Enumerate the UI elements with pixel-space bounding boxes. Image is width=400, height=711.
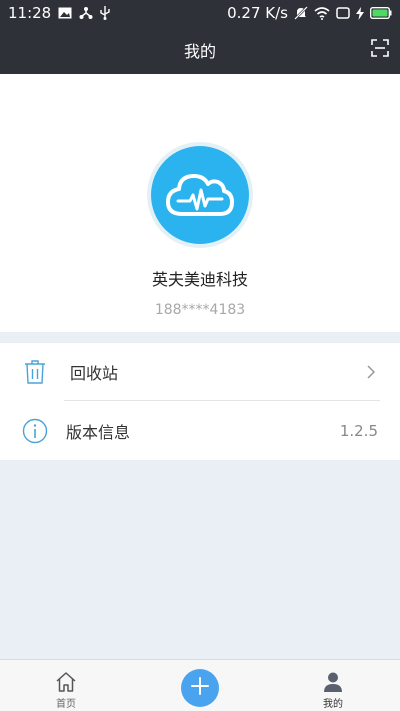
usb-icon — [100, 6, 110, 20]
nav-label-home: 首页 — [56, 699, 76, 710]
phone-number: 188****4183 — [154, 302, 246, 318]
mute-icon — [294, 6, 308, 20]
screen-icon — [336, 7, 350, 19]
usb-share-icon — [79, 6, 93, 20]
avatar[interactable] — [147, 142, 253, 248]
company-name: 英夫美迪科技 — [151, 270, 248, 289]
status-bar: 11:28 0.27 K/s — [0, 0, 400, 26]
nav-item-home[interactable]: 首页 — [26, 660, 106, 711]
scan-icon — [371, 39, 389, 61]
trash-icon — [22, 359, 48, 385]
version-value: 1.2.5 — [339, 422, 378, 440]
scan-button[interactable] — [370, 39, 390, 61]
status-time: 11:28 — [8, 4, 52, 22]
profile-card: 英夫美迪科技 188****4183 — [0, 74, 400, 332]
battery-icon — [370, 7, 392, 19]
bottom-nav: 首页 我的 — [0, 659, 400, 711]
menu-item-recycle-bin[interactable]: 回收站 — [0, 343, 400, 401]
title-bar: 我的 — [0, 26, 400, 74]
image-icon — [58, 7, 72, 19]
cloud-pulse-icon — [151, 146, 249, 244]
menu-item-version-info[interactable]: 版本信息 1.2.5 — [0, 402, 400, 460]
add-button[interactable] — [181, 669, 219, 707]
plus-icon — [190, 676, 210, 700]
info-icon — [22, 418, 48, 444]
menu-label-version-info: 版本信息 — [66, 423, 131, 442]
charging-icon — [356, 6, 364, 20]
chevron-right-icon — [366, 364, 376, 380]
nav-label-mine: 我的 — [323, 699, 343, 710]
status-bar-right: 0.27 K/s — [227, 4, 392, 22]
page-title: 我的 — [183, 42, 216, 61]
network-speed: 0.27 K/s — [227, 4, 288, 22]
menu-label-recycle-bin: 回收站 — [70, 364, 119, 383]
menu-divider — [64, 400, 380, 401]
home-icon — [54, 670, 78, 694]
status-bar-left: 11:28 — [8, 4, 110, 22]
nav-item-mine[interactable]: 我的 — [293, 660, 373, 711]
settings-menu: 回收站 版本信息 1.2.5 — [0, 343, 400, 460]
user-icon — [321, 670, 345, 694]
wifi-icon — [314, 6, 330, 20]
